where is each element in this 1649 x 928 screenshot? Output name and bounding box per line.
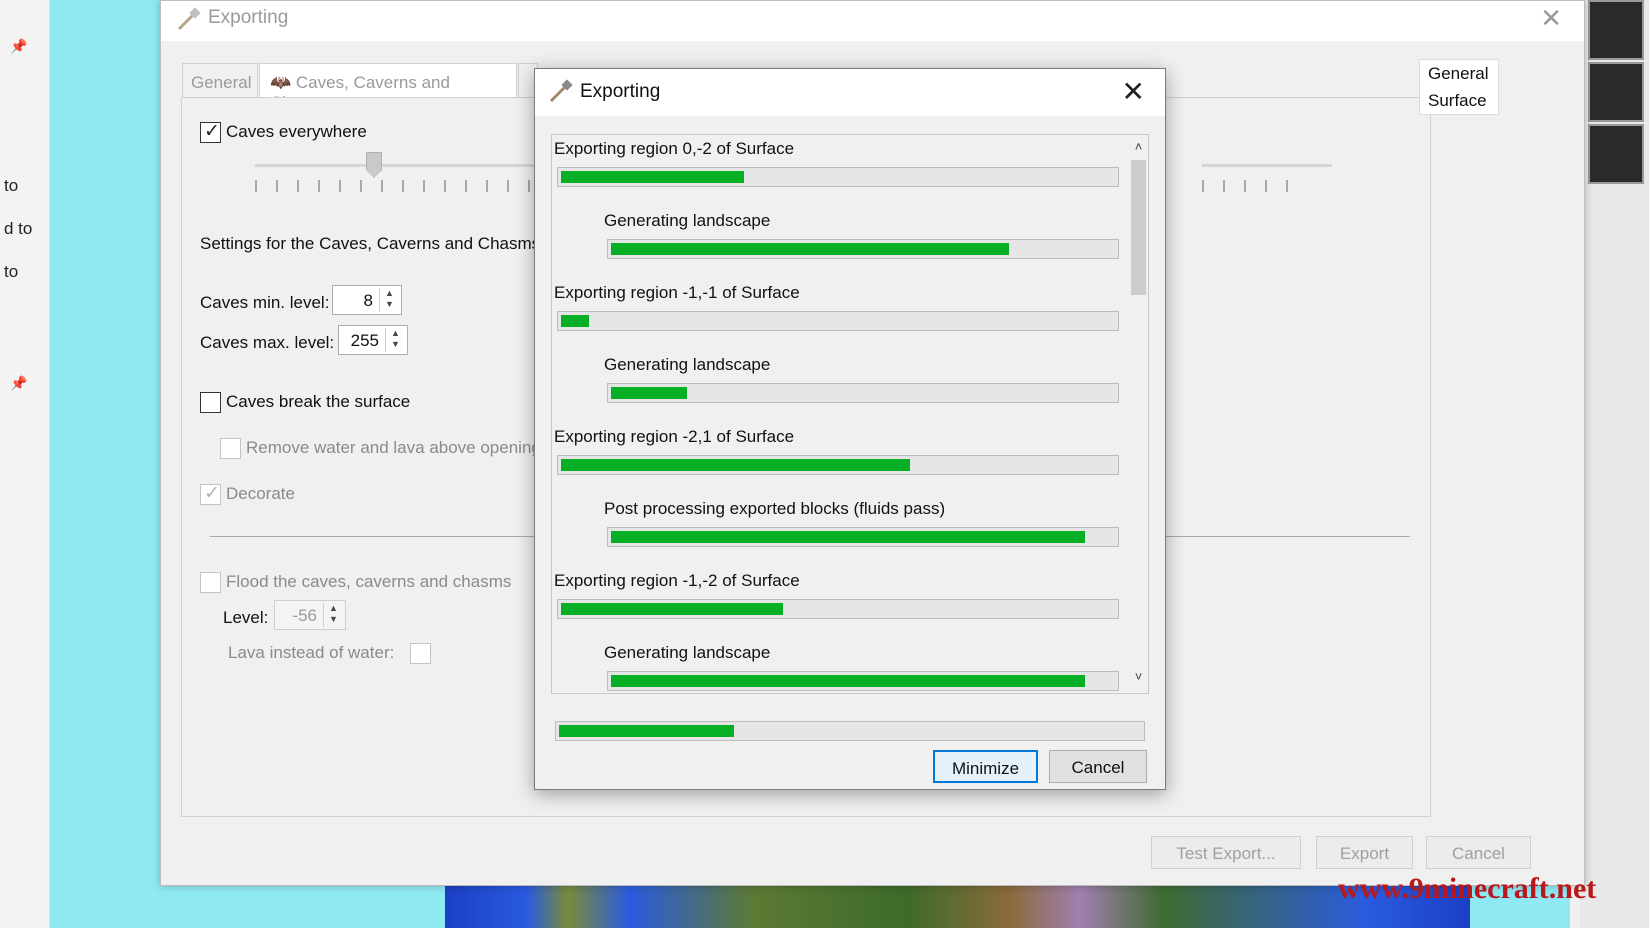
progress-dialog: Exporting ✕ ˄ ˅ Exporting region 0,-2 of… — [534, 68, 1166, 790]
task-progress-fill — [611, 531, 1085, 543]
pin-icon[interactable]: 📌 — [10, 375, 27, 392]
flood-checkbox[interactable] — [200, 572, 221, 593]
section-label: Settings for the Caves, Caverns and Chas… — [200, 234, 541, 253]
overall-progress-bar — [555, 721, 1145, 741]
caves-chance-slider-thumb[interactable] — [366, 152, 382, 178]
dialog-title-bar: Exporting ✕ — [535, 69, 1165, 116]
lava-checkbox[interactable] — [410, 643, 431, 664]
caves-max-spinner[interactable]: 255 ▲ ▼ — [338, 325, 408, 355]
overall-progress-fill — [559, 725, 734, 737]
task-progress-fill — [611, 243, 1009, 255]
task-progress-list: ˄ ˅ Exporting region 0,-2 of Surface Gene… — [551, 134, 1149, 694]
task-progress-fill — [611, 387, 687, 399]
spinner-arrows-icon[interactable]: ▲ ▼ — [385, 328, 405, 352]
chevron-up-icon[interactable]: ˄ — [1128, 139, 1148, 159]
level-label: Level: — [223, 608, 269, 627]
task-progress-bar — [557, 311, 1119, 331]
task-progress-bar — [557, 455, 1119, 475]
brush-tile[interactable] — [1588, 0, 1644, 60]
caves-everywhere-checkbox[interactable]: ✓ — [200, 121, 221, 143]
dialog-title: Exporting — [580, 81, 661, 102]
task-progress-bar — [607, 383, 1119, 403]
cancel-button[interactable]: Cancel — [1426, 836, 1531, 869]
lava-label: Lava instead of water: — [228, 643, 395, 662]
task-progress-bar — [607, 239, 1119, 259]
left-trail-text: to — [4, 176, 19, 195]
pin-icon[interactable]: 📌 — [10, 38, 27, 55]
task-label: Exporting region 0,-2 of Surface — [554, 139, 795, 158]
watermark: www.9minecraft.net — [1338, 872, 1597, 905]
task-progress-fill — [561, 315, 589, 327]
caves-everywhere-label: Caves everywhere — [226, 122, 367, 141]
decorate-checkbox[interactable]: ✓ — [200, 483, 221, 505]
caves-max-value: 255 — [350, 331, 379, 350]
task-progress-fill — [561, 459, 910, 471]
scrollbar-thumb[interactable] — [1131, 160, 1146, 295]
brush-tile[interactable] — [1588, 62, 1644, 122]
remove-water-checkbox[interactable] — [220, 438, 241, 459]
slider-ticks — [1202, 180, 1302, 192]
minimize-button[interactable]: Minimize — [933, 750, 1038, 783]
tab-caves[interactable]: 🦇 Caves, Caverns and Chasms — [259, 63, 517, 112]
world-map-view[interactable] — [445, 885, 1470, 928]
caves-min-spinner[interactable]: 8 ▲ ▼ — [332, 285, 402, 315]
task-progress-bar — [607, 671, 1119, 691]
chevron-down-icon[interactable]: ˅ — [1128, 669, 1148, 689]
close-icon[interactable]: ✕ — [1122, 75, 1145, 108]
task-progress-bar — [557, 167, 1119, 187]
chasms-slider-track[interactable] — [1202, 164, 1332, 167]
list-item-general[interactable]: General — [1420, 60, 1498, 87]
left-trail-text: to — [4, 262, 19, 281]
task-label: Generating landscape — [604, 643, 771, 662]
list-item-surface[interactable]: Surface — [1420, 87, 1498, 114]
right-tool-strip — [1580, 0, 1649, 928]
title-bar: Exporting ✕ — [161, 1, 1584, 41]
slider-ticks — [255, 180, 550, 192]
tab-general[interactable]: General — [182, 63, 258, 98]
caves-min-value: 8 — [363, 291, 373, 310]
task-label: Generating landscape — [604, 355, 771, 374]
task-label: Exporting region -2,1 of Surface — [554, 427, 795, 446]
left-panel: 📌 to d to to 📌 — [0, 0, 50, 928]
caves-min-label: Caves min. level: — [200, 293, 330, 312]
task-progress-fill — [561, 171, 744, 183]
flood-level-value: -56 — [292, 606, 317, 625]
export-button[interactable]: Export — [1316, 836, 1413, 869]
caves-max-label: Caves max. level: — [200, 333, 335, 352]
task-progress-fill — [611, 675, 1085, 687]
task-progress-bar — [557, 599, 1119, 619]
task-label: Exporting region -1,-2 of Surface — [554, 571, 800, 590]
cancel-export-button[interactable]: Cancel — [1049, 750, 1147, 783]
task-progress-bar — [607, 527, 1119, 547]
task-label: Post processing exported blocks (fluids … — [604, 499, 946, 518]
spinner-arrows-icon[interactable]: ▲ ▼ — [379, 288, 399, 312]
task-label: Generating landscape — [604, 211, 771, 230]
task-label: Exporting region -1,-1 of Surface — [554, 283, 800, 302]
caves-break-surface-label: Caves break the surface — [226, 392, 411, 411]
shovel-icon — [177, 7, 201, 31]
bat-icon: 🦇 — [270, 73, 292, 92]
shovel-icon — [549, 79, 573, 103]
flood-label: Flood the caves, caverns and chasms — [226, 572, 512, 591]
remove-water-label: Remove water and lava above openings — [246, 438, 550, 457]
caves-chance-slider-track[interactable] — [255, 164, 550, 167]
close-icon[interactable]: ✕ — [1540, 3, 1562, 34]
task-progress-fill — [561, 603, 783, 615]
vertical-scrollbar[interactable]: ˄ ˅ — [1128, 135, 1148, 693]
test-export-button[interactable]: Test Export... — [1151, 836, 1301, 869]
brush-tile[interactable] — [1588, 124, 1644, 184]
spinner-arrows-icon[interactable]: ▲ ▼ — [323, 603, 343, 627]
decorate-label: Decorate — [226, 484, 295, 503]
left-trail-text: d to — [4, 219, 33, 238]
dimension-list: General Surface — [1419, 59, 1499, 115]
caves-break-surface-checkbox[interactable] — [200, 392, 221, 413]
window-title: Exporting — [208, 7, 289, 28]
flood-level-spinner[interactable]: -56 ▲ ▼ — [274, 600, 346, 630]
